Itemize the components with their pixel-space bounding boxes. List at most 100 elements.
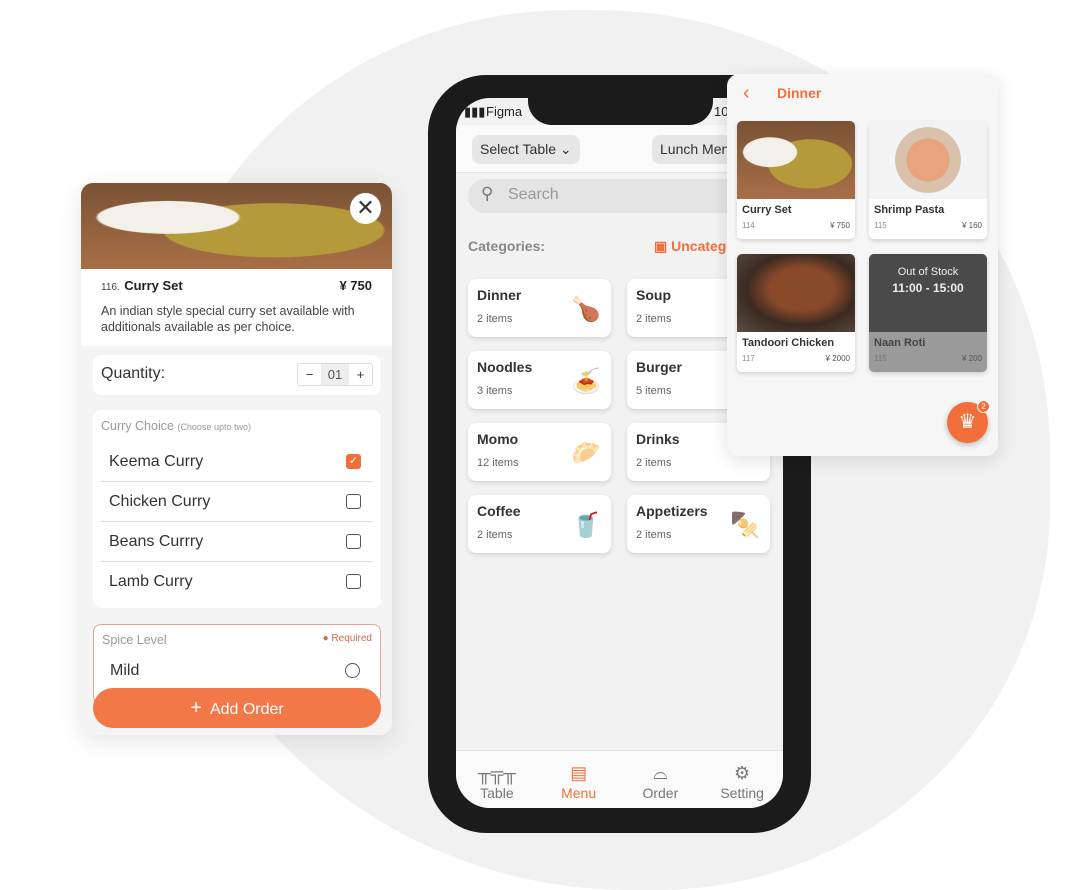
item-price: ¥ 750: [339, 278, 372, 293]
dish-name: Curry Set: [742, 204, 792, 216]
checkbox[interactable]: [346, 534, 361, 549]
add-order-label: Add Order: [209, 701, 284, 718]
item-description: An indian style special curry set availa…: [101, 304, 355, 334]
quantity-label: Quantity:: [101, 365, 166, 382]
cart-fab[interactable]: ♛ 2: [947, 400, 990, 443]
coffee-cup-icon: 🥤: [571, 512, 601, 539]
dish-price: ¥ 160: [961, 221, 982, 230]
curry-choice-hint: (Choose upto two): [177, 422, 251, 432]
quantity-value[interactable]: 01: [321, 364, 349, 385]
quantity-row: Quantity: −01 +: [93, 355, 381, 395]
curry-choice-section: Curry Choice (Choose upto two) Keema Cur…: [93, 410, 381, 608]
add-order-button[interactable]: + Add Order: [93, 688, 381, 728]
bottom-tab-bar: ╥╦╥ Table ▤ Menu ⌓ Order ⚙ Setting: [456, 750, 783, 808]
curry-image: [81, 183, 392, 269]
spice-label: Spice Level: [102, 633, 167, 647]
bell-icon: ⌓: [653, 763, 668, 783]
category-dinner[interactable]: Dinner 2 items 🍗: [468, 279, 611, 337]
dish-card[interactable]: Shrimp Pasta 115 ¥ 160: [869, 121, 987, 239]
category-coffee[interactable]: Coffee 2 items 🥤: [468, 495, 611, 553]
dish-code: 114: [742, 221, 755, 230]
dish-code: 115: [874, 221, 887, 230]
back-chevron-icon[interactable]: ‹: [743, 82, 750, 105]
dish-price: ¥ 750: [829, 221, 850, 230]
search-placeholder: Search: [508, 186, 559, 203]
out-of-stock-label: Out of Stock: [897, 266, 959, 278]
required-label: Required: [331, 633, 372, 644]
quantity-stepper[interactable]: −01 +: [297, 363, 373, 386]
select-table-dropdown[interactable]: Select Table ⌄: [472, 135, 580, 164]
category-momo[interactable]: Momo 12 items 🥟: [468, 423, 611, 481]
dish-card[interactable]: Tandoori Chicken 117 ¥ 2000: [737, 254, 855, 372]
search-icon: ⚲: [481, 184, 494, 203]
dish-price: ¥ 200: [961, 354, 982, 363]
increment-button[interactable]: +: [349, 364, 372, 385]
tab-label: Order: [642, 785, 679, 801]
dish-name: Shrimp Pasta: [874, 204, 945, 216]
category-noodles[interactable]: Noodles 3 items 🍝: [468, 351, 611, 409]
close-icon: ✕: [356, 195, 375, 220]
skewer-icon: 🍢: [730, 512, 760, 539]
dumpling-icon: 🥟: [571, 440, 601, 467]
noodles-icon: 🍝: [571, 368, 601, 395]
close-button[interactable]: ✕: [350, 193, 381, 224]
category-appetizers[interactable]: Appetizers 2 items 🍢: [627, 495, 770, 553]
availability-hours: 11:00 - 15:00: [892, 281, 964, 295]
dish-name: Tandoori Chicken: [742, 337, 835, 349]
spice-option-mild[interactable]: Mild: [102, 651, 372, 691]
option-label: Beans Currry: [109, 533, 204, 550]
checkbox[interactable]: [346, 574, 361, 589]
dish-name: Naan Roti: [874, 337, 926, 349]
dish-card[interactable]: Curry Set 114 ¥ 750: [737, 121, 855, 239]
plus-icon: +: [190, 697, 202, 719]
required-badge: ● Required: [323, 633, 372, 647]
gear-icon: ⚙: [734, 763, 751, 783]
option-label: Chicken Curry: [109, 493, 211, 510]
tab-label: Setting: [720, 785, 764, 801]
curry-option-chicken[interactable]: Chicken Curry: [101, 482, 373, 522]
radio[interactable]: [345, 663, 360, 678]
checkbox-checked[interactable]: ✓: [346, 454, 361, 469]
tandoori-chicken-image: [737, 254, 855, 332]
tab-label: Table: [480, 785, 514, 801]
cart-count-badge: 2: [977, 400, 990, 413]
dinner-panel: ‹ Dinner Curry Set 114 ¥ 750 Shrimp Pasta 1…: [727, 74, 998, 456]
chef-hat-icon: ♛: [958, 411, 977, 433]
box-icon: ▣: [654, 238, 668, 254]
phone-notch: [528, 75, 713, 125]
menu-book-icon: ▤: [570, 763, 588, 783]
category-count: 2 items: [636, 457, 672, 469]
select-table-label: Select Table: [480, 141, 557, 157]
curry-option-beans[interactable]: Beans Currry: [101, 522, 373, 562]
spice-header: Spice Level ● Required: [94, 625, 380, 647]
item-detail-card: ✕ 116. Curry Set ¥ 750 An indian style s…: [81, 183, 392, 735]
tab-table[interactable]: ╥╦╥ Table: [456, 751, 538, 808]
carrier: Figma: [486, 104, 523, 119]
menu-select-label: Lunch Menu: [660, 141, 738, 157]
item-number: 116.: [101, 282, 120, 293]
checkbox[interactable]: [346, 494, 361, 509]
panel-title: Dinner: [777, 85, 822, 101]
alert-icon: ●: [322, 633, 329, 644]
decrement-button[interactable]: −: [298, 364, 321, 385]
dish-code: 115: [874, 354, 887, 363]
tab-setting[interactable]: ⚙ Setting: [701, 751, 783, 808]
curry-option-lamb[interactable]: Lamb Curry: [101, 562, 373, 602]
curry-choice-header: Curry Choice (Choose upto two): [93, 410, 381, 442]
tab-menu[interactable]: ▤ Menu: [538, 751, 620, 808]
item-info: 116. Curry Set ¥ 750 An indian style spe…: [81, 269, 392, 346]
naan-roti-image: Out of Stock 11:00 - 15:00: [869, 254, 987, 332]
signal-icon: ▮▮▮: [464, 104, 486, 119]
item-name: Curry Set: [124, 278, 183, 293]
roast-chicken-icon: 🍗: [571, 296, 601, 323]
curry-choice-label: Curry Choice: [101, 419, 174, 433]
curry-option-keema[interactable]: Keema Curry ✓: [101, 442, 373, 482]
chevron-down-icon: ⌄: [559, 141, 572, 157]
tab-order[interactable]: ⌓ Order: [620, 751, 702, 808]
curry-set-image: [737, 121, 855, 199]
dish-card-out-of-stock[interactable]: Out of Stock 11:00 - 15:00 Naan Roti 115 ¥ 2…: [869, 254, 987, 372]
dish-price: ¥ 2000: [825, 354, 850, 363]
option-label: Mild: [110, 662, 140, 679]
table-icon: ╥╦╥: [477, 763, 516, 783]
categories-label: Categories:: [468, 238, 546, 254]
